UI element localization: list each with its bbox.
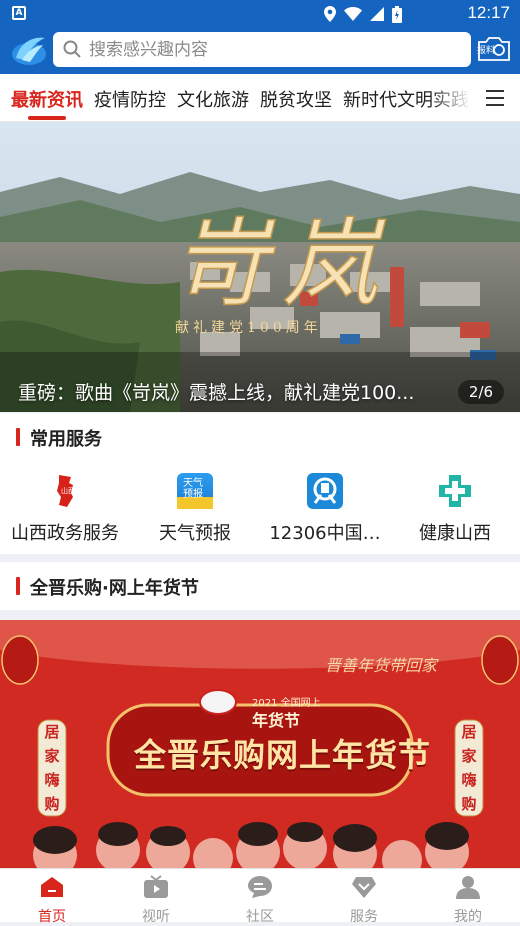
tab-poverty[interactable]: 脱贫攻坚 — [260, 86, 332, 112]
scroll-char: 购 — [44, 795, 60, 813]
active-tab-indicator — [28, 116, 66, 120]
nav-services[interactable]: 服务 — [329, 875, 399, 926]
section-marker — [16, 577, 20, 595]
scroll-char: 嗨 — [461, 771, 477, 789]
banner-title-art: 岢岚 — [172, 208, 392, 320]
nav-profile[interactable]: 我的 — [433, 875, 503, 926]
report-button[interactable]: 报料 — [477, 35, 511, 63]
nav-label: 首页 — [38, 909, 66, 925]
promo-banner[interactable]: 晋善年货带回家 2021 全国网上 年货节 全晋乐购网上年货节 居 家 嗨 购 … — [0, 620, 520, 868]
promo-title: 全晋乐购·网上年货节 — [30, 578, 199, 599]
service-shanxi-gov[interactable]: 山西 山西政务服务 — [0, 473, 130, 545]
tab-fade — [430, 74, 478, 120]
service-weather[interactable]: 天气 预报 天气预报 — [130, 473, 260, 545]
scroll-char: 家 — [461, 747, 477, 765]
promo-headline: 全晋乐购网上年货节 — [134, 736, 432, 774]
status-time: 12:17 — [467, 3, 510, 22]
svg-text:预报: 预报 — [183, 487, 203, 500]
search-icon — [63, 40, 81, 58]
nav-label: 视听 — [142, 909, 170, 925]
promo-left-scroll: 居 家 嗨 购 — [38, 720, 66, 816]
category-tabs: 最新资讯 疫情防控 文化旅游 脱贫攻坚 新时代文明实践 — [0, 74, 520, 122]
scroll-char: 购 — [461, 795, 477, 813]
nav-label: 服务 — [350, 909, 378, 925]
tab-menu-button[interactable] — [486, 90, 504, 106]
nav-label: 社区 — [246, 909, 274, 925]
banner-pager: 2/6 — [458, 380, 504, 404]
health-cross-icon — [437, 473, 473, 509]
scroll-char: 家 — [44, 747, 60, 765]
service-railway[interactable]: 12306中国… — [260, 473, 390, 545]
svg-text:天气: 天气 — [183, 476, 203, 489]
promo-badge-text: 年货节 — [252, 711, 301, 730]
nav-community[interactable]: 社区 — [225, 875, 295, 926]
scroll-char: 嗨 — [44, 771, 60, 789]
app-header: 报料 — [0, 27, 520, 74]
service-label: 天气预报 — [159, 523, 231, 544]
section-marker — [16, 428, 20, 446]
bottom-navigation: 首页 视听 社区 服务 我的 — [0, 868, 520, 925]
search-bar[interactable] — [53, 32, 471, 67]
service-label: 山西政务服务 — [11, 523, 119, 544]
tab-culture-tourism[interactable]: 文化旅游 — [177, 86, 249, 112]
wifi-icon — [344, 7, 362, 21]
notification-icon: A — [12, 6, 26, 20]
svg-text:山西: 山西 — [61, 486, 75, 495]
service-label: 12306中国… — [269, 523, 381, 544]
signal-icon — [370, 7, 384, 21]
weather-icon: 天气 预报 — [177, 473, 213, 509]
services-title: 常用服务 — [30, 429, 102, 450]
nav-home[interactable]: 首页 — [17, 875, 87, 926]
banner-image: 献礼建党100周年 岢岚 — [0, 122, 520, 412]
tv-icon — [144, 875, 168, 898]
promo-section-header: 全晋乐购·网上年货节 — [0, 562, 520, 610]
battery-icon — [392, 5, 402, 23]
status-bar: A 12:17 — [0, 0, 520, 27]
services-section: 常用服务 山西 山西政务服务 天气 预报 天气预报 12306中国… 健康山西 — [0, 413, 520, 554]
scroll-char: 居 — [461, 723, 477, 741]
news-carousel[interactable]: 献礼建党100周年 岢岚 重磅：歌曲《岢岚》震撼上线，献礼建党100... 2/… — [0, 122, 520, 412]
search-input[interactable] — [89, 32, 459, 67]
app-logo[interactable] — [10, 34, 48, 68]
banner-caption[interactable]: 重磅：歌曲《岢岚》震撼上线，献礼建党100... — [18, 378, 414, 405]
railway-icon — [307, 473, 343, 509]
location-icon — [324, 6, 336, 22]
promo-right-scroll: 居 家 嗨 购 — [455, 720, 483, 816]
profile-icon — [456, 876, 480, 899]
service-health[interactable]: 健康山西 — [390, 473, 520, 545]
tab-latest-news[interactable]: 最新资讯 — [11, 86, 83, 112]
shanxi-gov-icon: 山西 — [47, 473, 83, 509]
chat-icon — [248, 876, 272, 898]
report-label: 报料 — [477, 46, 496, 56]
banner-subtitle-art: 献礼建党100周年 — [175, 320, 322, 336]
status-icons — [324, 5, 402, 23]
service-icon — [352, 877, 376, 898]
service-label: 健康山西 — [419, 523, 491, 544]
nav-media[interactable]: 视听 — [121, 875, 191, 926]
scroll-char: 居 — [44, 723, 60, 741]
tab-epidemic[interactable]: 疫情防控 — [94, 86, 166, 112]
nav-label: 我的 — [454, 909, 482, 925]
home-icon — [41, 877, 63, 897]
promo-calligraphy: 晋善年货带回家 — [325, 656, 438, 675]
